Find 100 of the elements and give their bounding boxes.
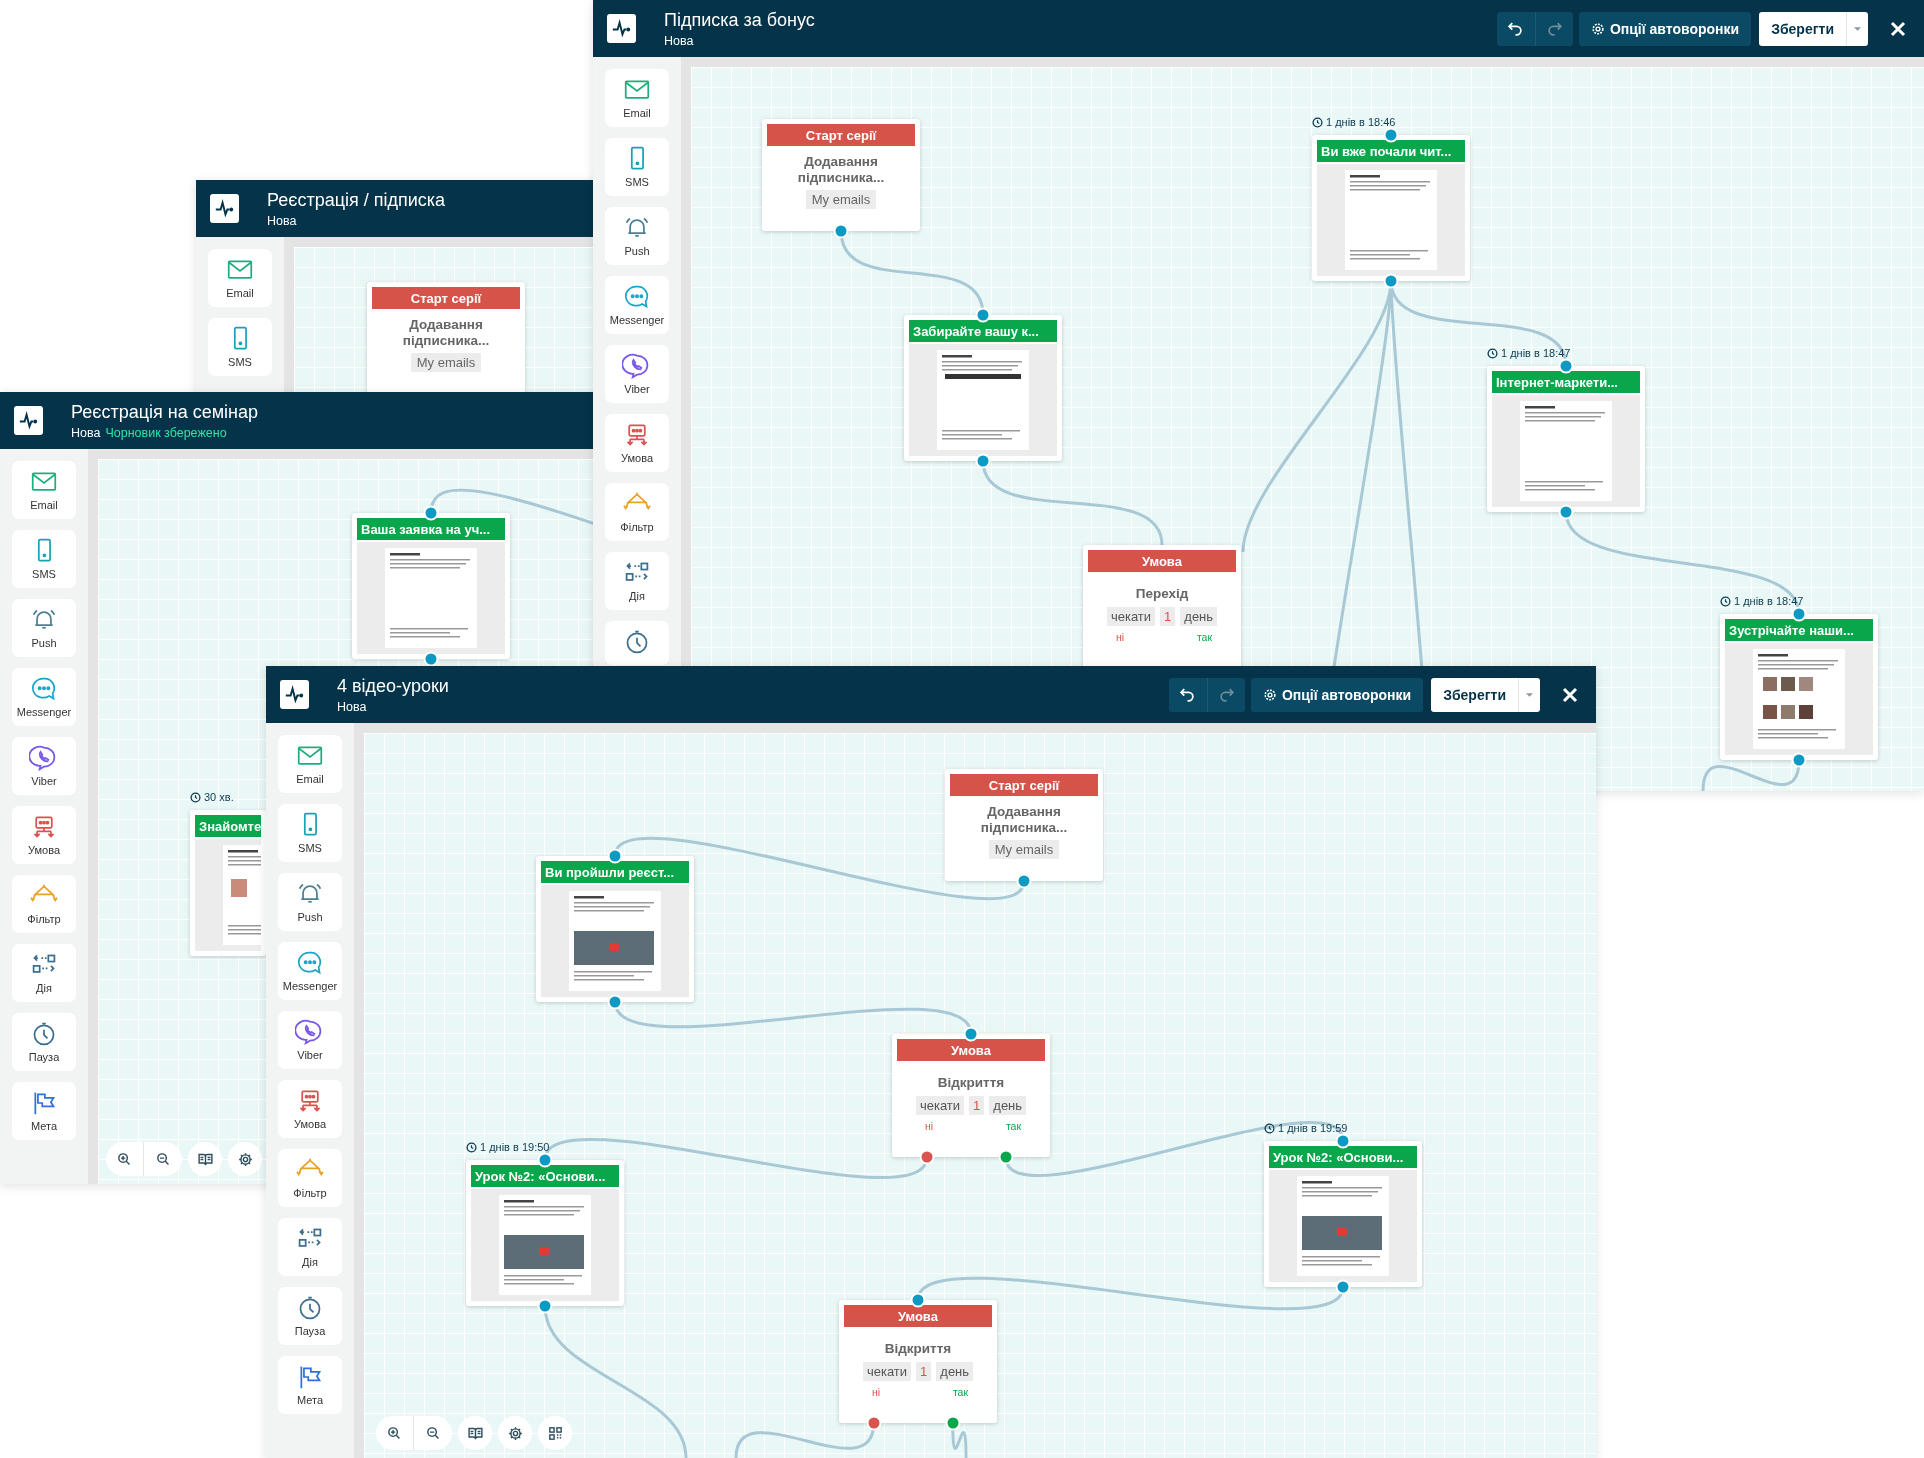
- funnel-options-button[interactable]: Опції автоворонки: [1578, 11, 1752, 46]
- clock-icon: [1487, 347, 1498, 359]
- condition-text: Відкриття: [883, 1341, 953, 1356]
- delay-text: 30 хв.: [204, 791, 234, 803]
- settings-icon: [506, 1424, 524, 1442]
- tool-button[interactable]: Фільтр: [278, 1149, 342, 1207]
- window-title: Реєстрація на семінар: [71, 401, 259, 423]
- tool-button[interactable]: Email: [605, 69, 669, 127]
- tool-button[interactable]: Пауза: [12, 1013, 76, 1071]
- branch-label: ні: [872, 1386, 881, 1398]
- tool-button[interactable]: Messenger: [278, 942, 342, 1000]
- clock-icon: [1312, 116, 1323, 128]
- pulse-logo-icon[interactable]: [14, 406, 43, 435]
- canvas-control-button[interactable]: [414, 1416, 452, 1450]
- node-title: Інтернет-маркети...: [1492, 371, 1640, 393]
- wait-chip: чекати: [915, 1096, 965, 1115]
- settings-icon: [1262, 687, 1277, 702]
- pulse-logo-icon[interactable]: [210, 194, 239, 223]
- funnel-state-text: Нова: [337, 699, 367, 714]
- flow-node[interactable]: Умова Відкриття чекати 1 день ні так: [839, 1300, 997, 1423]
- canvas-control-button[interactable]: [458, 1416, 492, 1450]
- canvas-control-button[interactable]: [498, 1416, 532, 1450]
- flow-node[interactable]: Старт серії Додавання підписника... My emails: [367, 282, 525, 394]
- tool-button[interactable]: Дія: [12, 944, 76, 1002]
- tool-button[interactable]: Messenger: [12, 668, 76, 726]
- tool-button[interactable]: Фільтр: [605, 483, 669, 541]
- tool-button[interactable]: SMS: [278, 804, 342, 862]
- canvas-control-button[interactable]: [376, 1416, 414, 1450]
- delay-text: 1 днів в 18:47: [1734, 595, 1804, 607]
- node-title: Урок №2: «Основи...: [471, 1165, 619, 1187]
- flow-node[interactable]: Умова Перехід чекати 1 день ні так: [1083, 545, 1241, 668]
- node-title: Урок №2: «Основи...: [1269, 1146, 1417, 1168]
- node-title: Старт серії: [950, 774, 1098, 796]
- tool-button[interactable]: Дія: [605, 552, 669, 610]
- clock-icon: [1264, 1122, 1275, 1134]
- redo-icon: [1218, 687, 1234, 702]
- settings-icon: [236, 1150, 254, 1168]
- canvas-control-button[interactable]: [228, 1142, 262, 1176]
- tool-button[interactable]: SMS: [12, 530, 76, 588]
- canvas-control-button[interactable]: [188, 1142, 222, 1176]
- delay-text: 1 днів в 18:47: [1501, 347, 1571, 359]
- flow-node[interactable]: Старт серії Додавання підписника... My emails: [945, 769, 1103, 881]
- list-tag: My emails: [805, 190, 877, 209]
- flow-node[interactable]: Умова Відкриття чекати 1 день ні так: [892, 1034, 1050, 1157]
- branch-label: так: [952, 1386, 968, 1398]
- node-title: Знайомте: [195, 815, 261, 837]
- tool-button[interactable]: Фільтр: [12, 875, 76, 933]
- trigger-text: Додавання підписника...: [796, 154, 886, 186]
- tool-button[interactable]: Messenger: [605, 276, 669, 334]
- tool-button[interactable]: Умова: [605, 414, 669, 472]
- tool-button[interactable]: Push: [278, 873, 342, 931]
- wait-value: 1: [916, 1362, 932, 1381]
- tool-button[interactable]: Email: [208, 249, 272, 307]
- tool-button[interactable]: Дія: [278, 1218, 342, 1276]
- caret-icon: [1854, 26, 1861, 31]
- tool-button[interactable]: SMS: [605, 138, 669, 196]
- flow-node[interactable]: Старт серії Додавання підписника... My emails: [762, 119, 920, 231]
- canvas-control-button[interactable]: [106, 1142, 144, 1176]
- funnel-state-text: Нова: [664, 33, 694, 48]
- tool-button[interactable]: Мета: [12, 1082, 76, 1140]
- tool-button[interactable]: Push: [605, 207, 669, 265]
- window-title: Підписка за бонус: [664, 9, 815, 31]
- canvas-control-button[interactable]: [538, 1416, 572, 1450]
- window-title: Реєстрація / підписка: [267, 189, 446, 211]
- node-title: Умова: [844, 1305, 992, 1327]
- clock-icon: [466, 1141, 477, 1153]
- tool-button[interactable]: SMS: [208, 318, 272, 376]
- grid-icon: [546, 1424, 564, 1442]
- tool-button[interactable]: Пауза: [278, 1287, 342, 1345]
- draft-saved-text: Чорновик збережено: [105, 425, 227, 440]
- tool-button[interactable]: [605, 621, 669, 665]
- node-title: Старт серії: [372, 287, 520, 309]
- settings-icon: [1590, 21, 1605, 36]
- tool-button[interactable]: Viber: [12, 737, 76, 795]
- node-title: Умова: [897, 1039, 1045, 1061]
- tool-button[interactable]: Умова: [12, 806, 76, 864]
- tool-button[interactable]: Email: [12, 461, 76, 519]
- tool-button[interactable]: Умова: [278, 1080, 342, 1138]
- pulse-logo-icon[interactable]: [280, 680, 309, 709]
- pulse-logo-icon[interactable]: [607, 14, 636, 43]
- funnel-options-button[interactable]: Опції автоворонки: [1250, 677, 1424, 712]
- tool-button[interactable]: Email: [278, 735, 342, 793]
- trigger-text: Додавання підписника...: [979, 804, 1069, 836]
- condition-text: Перехід: [1134, 586, 1190, 601]
- unit-chip: день: [936, 1362, 974, 1381]
- tool-button[interactable]: Мета: [278, 1356, 342, 1414]
- unit-chip: день: [1180, 607, 1218, 626]
- branch-label: ні: [1116, 631, 1125, 643]
- tool-button[interactable]: Push: [12, 599, 76, 657]
- node-title: Зустрічайте наши...: [1725, 619, 1873, 641]
- canvas-control-button[interactable]: [144, 1142, 182, 1176]
- node-title: Забирайте вашу к...: [909, 320, 1057, 342]
- clock-icon: [190, 791, 201, 803]
- tool-button[interactable]: Viber: [278, 1011, 342, 1069]
- unit-chip: день: [989, 1096, 1027, 1115]
- tool-button[interactable]: Viber: [605, 345, 669, 403]
- delay-text: 1 днів в 19:59: [1278, 1122, 1348, 1134]
- branch-label: так: [1005, 1120, 1021, 1132]
- branch-label: так: [1196, 631, 1212, 643]
- delay-text: 1 днів в 19:50: [480, 1141, 550, 1153]
